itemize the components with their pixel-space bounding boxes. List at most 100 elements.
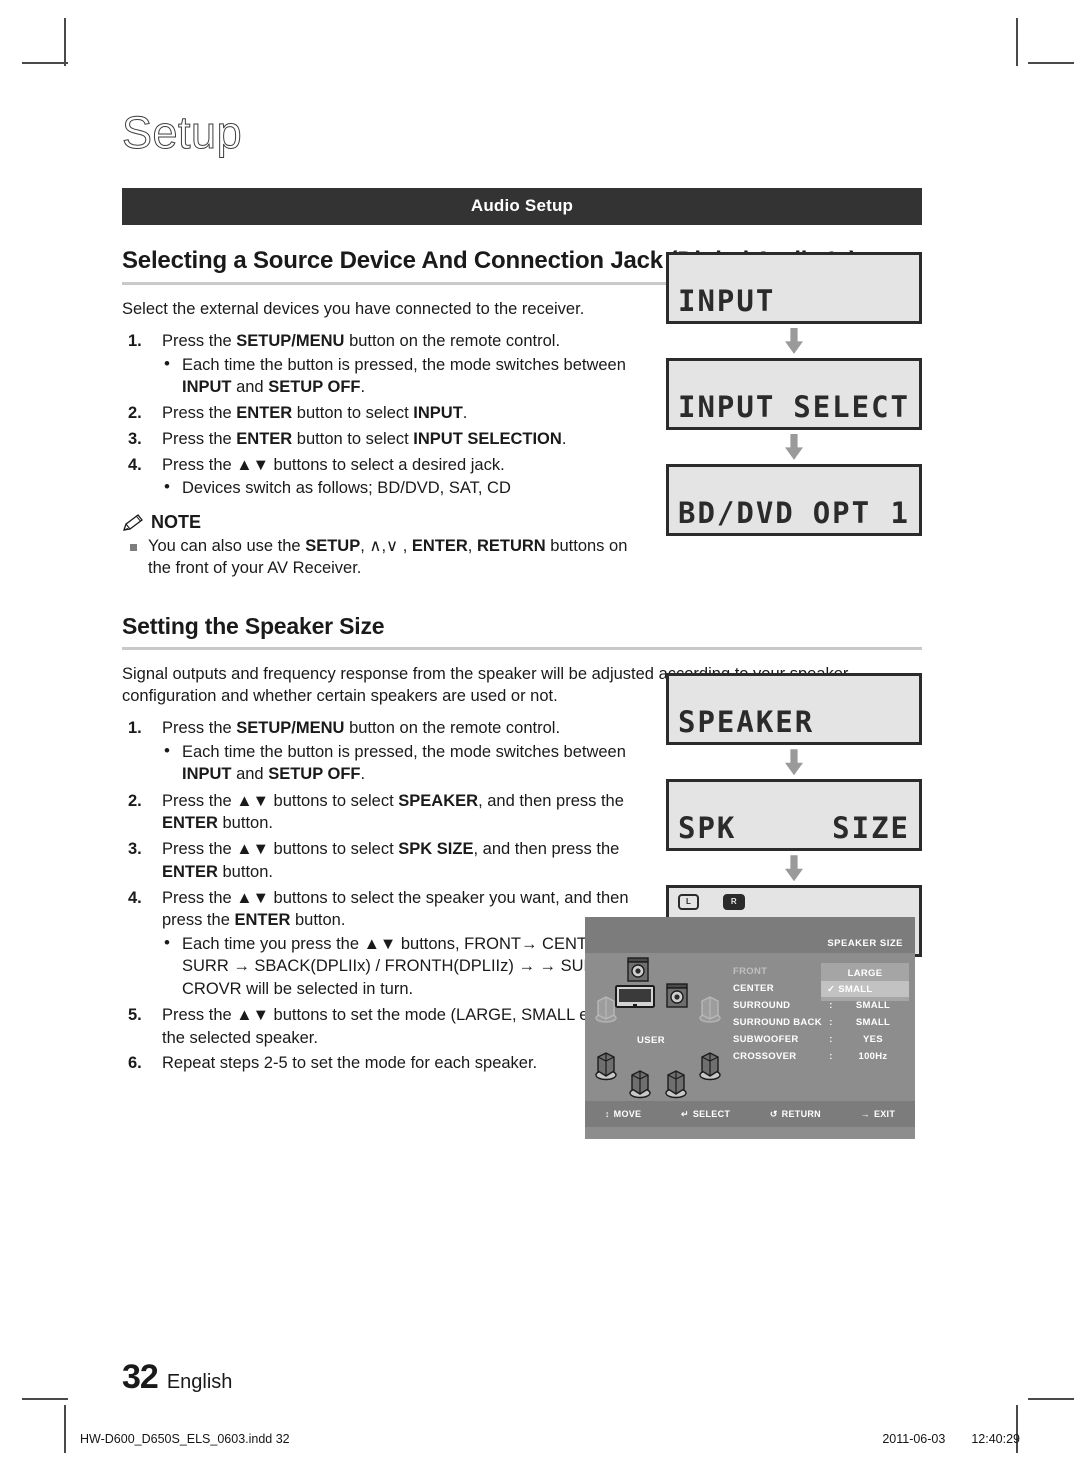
step-item: 2. Press the ▲▼ buttons to select SPEAKER… (122, 790, 652, 836)
crop-mark-bottom-left-horizontal (22, 1398, 68, 1400)
osd-hint-label: EXIT (873, 1109, 896, 1120)
osd-hint-return[interactable]: ↺ RETURN (770, 1109, 821, 1120)
osd-setting-label: SURROUND BACK (733, 1017, 822, 1029)
step-text: Press the ▲▼ buttons to select SPEAKER, … (162, 791, 624, 833)
step-number: 2. (128, 404, 142, 423)
arrow-glyph (785, 327, 803, 354)
topic2-text-column: 1. Press the SETUP/MENU button on the rem… (122, 717, 652, 1075)
lcd-text-left: INPUT (678, 389, 776, 424)
step-item: 2. Press the ENTER button to select INPUT… (122, 402, 652, 425)
speaker-size-dropdown[interactable]: LARGE ✓ SMALL (821, 963, 909, 1002)
dropdown-option-large[interactable]: LARGE (821, 965, 909, 981)
osd-hint-exit[interactable]: → EXIT (861, 1109, 896, 1119)
step-number: 3. (128, 429, 142, 448)
crop-mark-top-right-horizontal (1028, 62, 1074, 64)
diagram-user-label: USER (637, 1035, 665, 1047)
step-number: 3. (128, 840, 142, 859)
osd-setting-row[interactable]: SURROUND BACK: SMALL (733, 1014, 909, 1031)
dropdown-option-large-label: LARGE (847, 967, 883, 979)
osd-hint-move[interactable]: ↕ MOVE (605, 1109, 642, 1119)
step-text: Repeat steps 2-5 to set the mode for eac… (162, 1054, 538, 1073)
step-bullet-list: Each time you press the ▲▼ buttons, FRON… (162, 932, 652, 1000)
surround-back-right-speaker-icon (663, 1067, 689, 1101)
osd-setting-separator: : (829, 1051, 833, 1063)
step-bullet-list: Each time the button is pressed, the mod… (162, 353, 652, 399)
step-text: Press the SETUP/MENU button on the remot… (162, 331, 561, 350)
select-icon: ↵ (681, 1108, 689, 1119)
page-number-block: 32 English (122, 1358, 232, 1397)
step-bullet: Devices switch as follows; BD/DVD, SAT, … (162, 476, 652, 499)
front-left-speaker-icon-inactive (593, 993, 619, 1025)
center-speaker-icon (665, 983, 689, 1011)
arrow-down-icon (666, 324, 922, 358)
tv-icon (615, 985, 655, 1013)
move-icon: ↕ (604, 1109, 610, 1120)
step-bullet-list: Each time the button is pressed, the mod… (162, 740, 652, 786)
lcd-display-panel: SPEAKER (666, 673, 922, 746)
osd-setting-separator: : (829, 1000, 833, 1012)
return-icon: ↺ (769, 1108, 778, 1119)
lcd-text-right: OPT 1 (812, 495, 910, 530)
print-footer-date: 2011-06-03 (882, 1432, 946, 1446)
osd-hint-label: MOVE (613, 1109, 642, 1120)
step-number: 6. (128, 1054, 142, 1073)
osd-setting-value: YES (863, 1034, 883, 1046)
osd-setting-label: SUBWOOFER (733, 1034, 799, 1046)
lcd-display-text: SPEAKER (678, 705, 815, 740)
step-number: 2. (128, 791, 142, 810)
pencil-icon (122, 513, 146, 533)
lcd-text-left: SPK (678, 811, 737, 846)
osd-hint-select[interactable]: ↵ SELECT (681, 1109, 730, 1120)
lcd-display-panel: SPK SIZE (666, 779, 922, 852)
print-footer-time: 12:40:29 (971, 1432, 1020, 1446)
surround-left-speaker-icon (593, 1049, 619, 1083)
osd-setting-row[interactable]: CROSSOVER: 100Hz (733, 1048, 909, 1065)
print-footer-timestamp: 2011-06-03 12:40:29 (882, 1432, 1020, 1446)
step-number: 4. (128, 455, 142, 474)
step-item: 3. Press the ▲▼ buttons to select SPK SIZ… (122, 838, 652, 884)
dropdown-option-small[interactable]: ✓ SMALL (821, 981, 909, 998)
front-height-left-speaker-icon (626, 957, 650, 985)
osd-setting-label: SURROUND (733, 1000, 791, 1012)
crop-mark-top-left-horizontal (22, 62, 68, 64)
page-number: 32 (122, 1358, 159, 1396)
check-icon: ✓ (827, 983, 836, 995)
lcd-indicator-group: LR (678, 894, 745, 911)
note-list: You can also use the SETUP, ∧,∨ , ENTER,… (122, 535, 652, 580)
step-text: Press the ENTER button to select INPUT S… (162, 429, 567, 448)
lcd-text-right: SIZE (832, 811, 910, 846)
dropdown-option-small-label: SMALL (838, 983, 873, 995)
osd-hint-label: SELECT (692, 1109, 731, 1120)
osd-header: SPEAKER SIZE (585, 917, 915, 954)
step-bullet: Each time you press the ▲▼ buttons, FRON… (162, 932, 652, 1000)
lcd-display-text: INPUT SELECT (678, 389, 910, 424)
crop-mark-bottom-left-vertical (64, 1405, 66, 1453)
note-heading: NOTE (122, 512, 652, 533)
step-number: 4. (128, 888, 142, 907)
front-right-speaker-icon-inactive (697, 993, 723, 1025)
step-number: 1. (128, 331, 142, 350)
step-number: 5. (128, 1005, 142, 1024)
speaker-layout-diagram: USER (593, 957, 741, 1099)
osd-setting-separator: : (829, 1034, 833, 1046)
step-item: 6. Repeat steps 2-5 to set the mode for e… (122, 1052, 652, 1075)
osd-setting-label: CROSSOVER (733, 1051, 797, 1063)
step-bullet: Each time the button is pressed, the mod… (162, 353, 652, 399)
topic1-steps: 1. Press the SETUP/MENU button on the rem… (122, 330, 652, 500)
osd-hint-label: RETURN (781, 1109, 821, 1120)
step-number: 1. (128, 719, 142, 738)
lcd-text-left: BD/DVD (678, 495, 795, 530)
arrow-down-icon (666, 745, 922, 779)
note-item: You can also use the SETUP, ∧,∨ , ENTER,… (122, 535, 652, 580)
step-bullet: Each time the button is pressed, the mod… (162, 740, 652, 786)
arrow-glyph (785, 855, 803, 882)
print-footer-filename: HW-D600_D650S_ELS_0603.indd 32 (80, 1432, 290, 1446)
topic2-heading: Setting the Speaker Size (122, 613, 922, 650)
step-text: Press the ENTER button to select INPUT. (162, 404, 468, 423)
osd-setting-value: SMALL (855, 1017, 891, 1029)
step-item: 1. Press the SETUP/MENU button on the rem… (122, 717, 652, 785)
osd-setting-row[interactable]: SUBWOOFER: YES (733, 1031, 909, 1048)
step-text: Press the ▲▼ buttons to select SPK SIZE,… (162, 840, 620, 881)
lcd-text-right: SELECT (793, 389, 910, 424)
lcd-display-panel: INPUT SELECT (666, 357, 922, 430)
